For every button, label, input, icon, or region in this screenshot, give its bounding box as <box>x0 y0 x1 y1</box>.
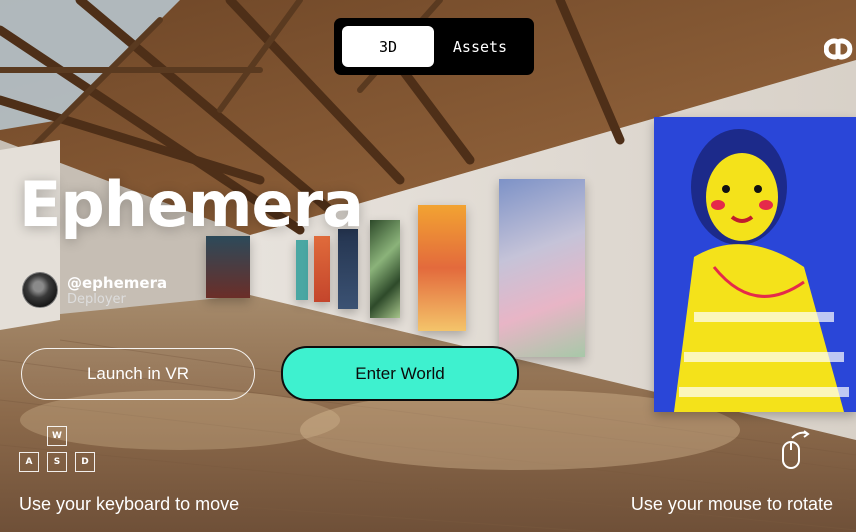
world-title: Ephemera <box>19 168 364 241</box>
key-w: W <box>47 426 67 446</box>
painting-hair[interactable] <box>499 179 585 357</box>
painting-leaves[interactable] <box>370 220 400 318</box>
painting-sun[interactable] <box>418 205 466 331</box>
key-d: D <box>75 452 95 472</box>
logo-icon[interactable] <box>824 34 856 64</box>
painting-yellow-woman[interactable] <box>654 117 856 412</box>
painting-teal[interactable] <box>296 240 308 300</box>
painting-dark-figure[interactable] <box>206 236 250 298</box>
creator-handle[interactable]: @ephemera <box>67 274 167 292</box>
key-a: A <box>19 452 39 472</box>
keyboard-hint: Use your keyboard to move <box>19 494 240 514</box>
toggle-assets-button[interactable]: Assets <box>434 26 526 67</box>
view-toggle: 3D Assets <box>334 18 534 75</box>
gallery-scene[interactable] <box>0 0 856 532</box>
painting-orange[interactable] <box>314 236 330 302</box>
avatar[interactable] <box>22 272 58 308</box>
enter-world-button[interactable]: Enter World <box>281 346 519 401</box>
mouse-hint: Use your mouse to rotate <box>630 494 833 514</box>
toggle-3d-button[interactable]: 3D <box>342 26 434 67</box>
painting-navy[interactable] <box>338 229 358 309</box>
wasd-keys-icon: W A S D <box>19 426 95 473</box>
mouse-rotate-icon <box>782 430 810 469</box>
key-s: S <box>47 452 67 472</box>
launch-vr-button[interactable]: Launch in VR <box>21 348 255 400</box>
creator-role: Deployer <box>67 291 126 307</box>
creator-profile[interactable]: @ephemera Deployer <box>22 272 167 308</box>
